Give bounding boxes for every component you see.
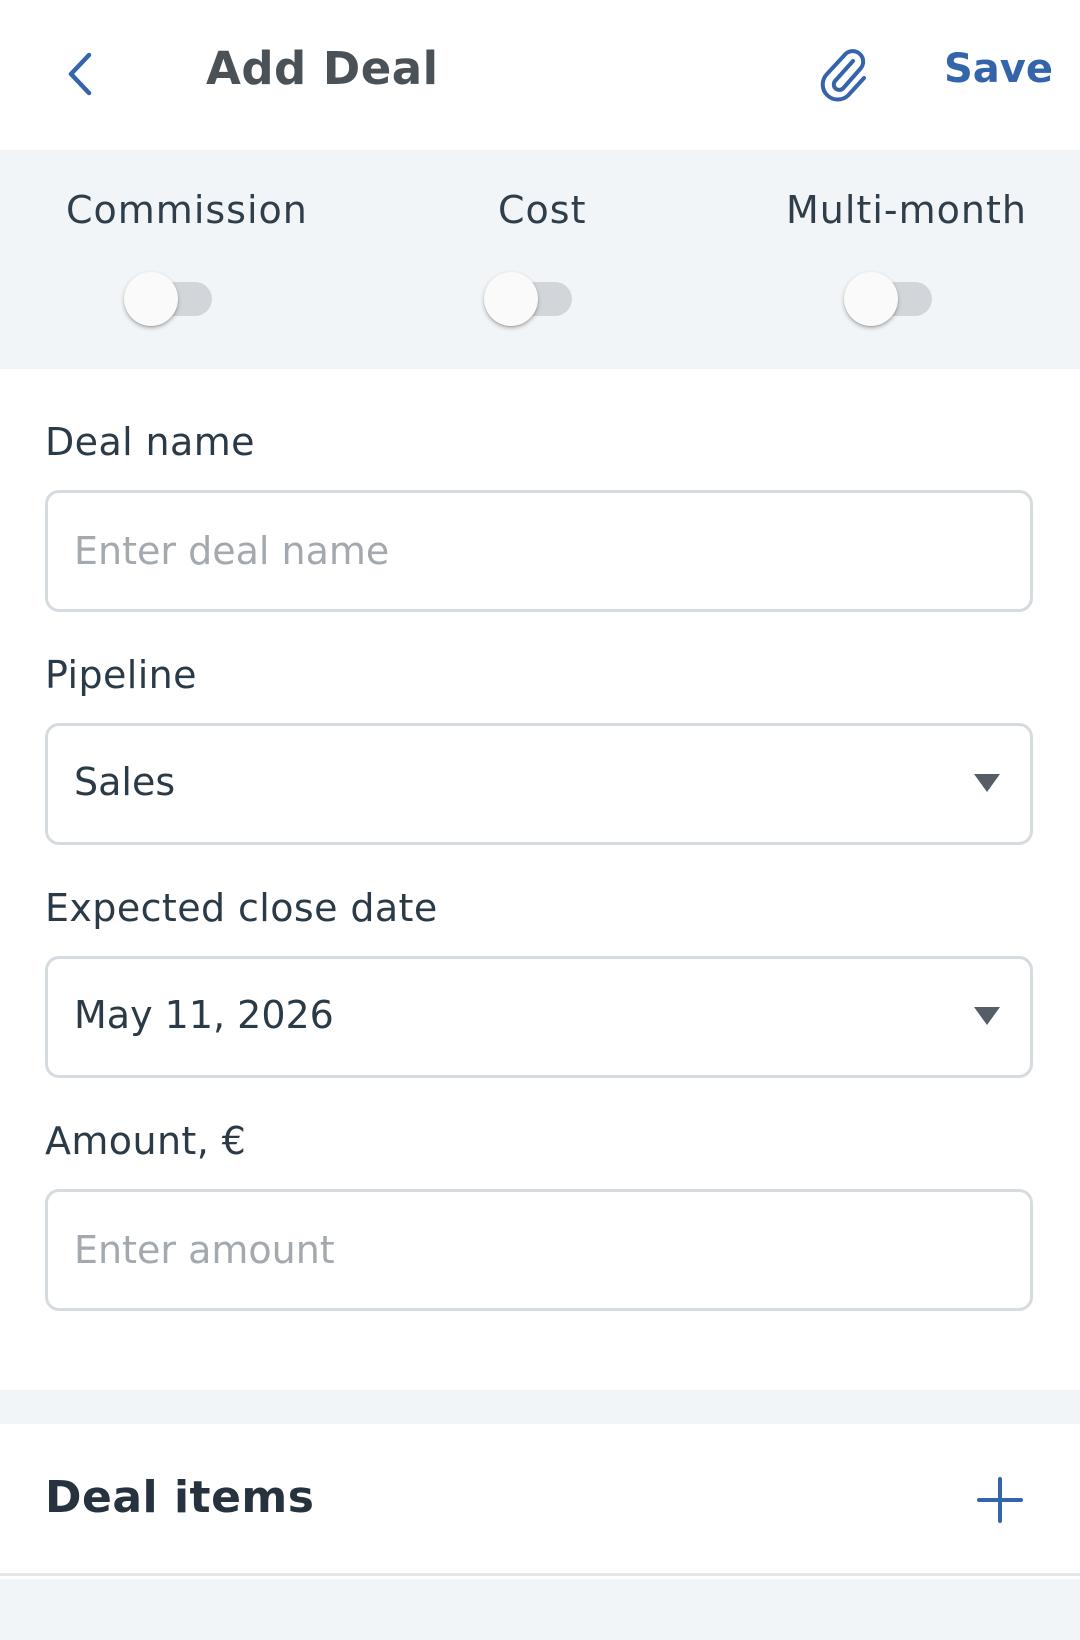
commission-toggle[interactable]: [120, 268, 216, 330]
cost-toggle-group: Cost: [360, 150, 720, 369]
paperclip-icon: [820, 49, 866, 102]
deal-items-section: Deal items: [0, 1424, 1080, 1576]
toggle-thumb: [124, 272, 178, 326]
multi-month-toggle[interactable]: [840, 268, 936, 330]
plus-icon: [977, 1477, 1023, 1523]
cost-toggle[interactable]: [480, 268, 576, 330]
commission-toggle-group: Commission: [0, 150, 360, 369]
amount-input[interactable]: [74, 1192, 974, 1308]
page-title: Add Deal: [206, 42, 439, 95]
deal-items-title: Deal items: [45, 1472, 315, 1523]
multi-month-toggle-label: Multi-month: [786, 188, 1027, 232]
top-app-bar: Add Deal Save: [0, 0, 1080, 150]
chevron-left-icon: [68, 52, 92, 96]
close-date-value: May 11, 2026: [74, 993, 334, 1037]
deal-name-label: Deal name: [45, 420, 255, 464]
multi-month-toggle-group: Multi-month: [720, 150, 1080, 369]
bottom-band: [0, 1579, 1080, 1640]
attach-file-button[interactable]: [812, 38, 876, 110]
deal-name-input[interactable]: [74, 493, 974, 609]
section-divider: [0, 1390, 1080, 1424]
commission-toggle-label: Commission: [66, 188, 308, 232]
add-deal-item-button[interactable]: [974, 1474, 1026, 1526]
add-deal-screen: Add Deal Save Commission Cost Multi-mont…: [0, 0, 1080, 1640]
back-button[interactable]: [52, 38, 108, 110]
deal-name-field: [45, 490, 1033, 612]
save-button[interactable]: Save: [944, 46, 1053, 92]
deal-type-toggles: Commission Cost Multi-month: [0, 150, 1080, 369]
toggle-thumb: [484, 272, 538, 326]
caret-down-icon: [974, 774, 1000, 792]
close-date-select[interactable]: May 11, 2026: [45, 956, 1033, 1078]
pipeline-label: Pipeline: [45, 653, 197, 697]
pipeline-selected-value: Sales: [74, 760, 176, 804]
pipeline-select[interactable]: Sales: [45, 723, 1033, 845]
amount-field: [45, 1189, 1033, 1311]
amount-label: Amount, €: [45, 1119, 247, 1163]
cost-toggle-label: Cost: [498, 188, 587, 232]
close-date-label: Expected close date: [45, 886, 438, 930]
toggle-thumb: [844, 272, 898, 326]
caret-down-icon: [974, 1007, 1000, 1025]
